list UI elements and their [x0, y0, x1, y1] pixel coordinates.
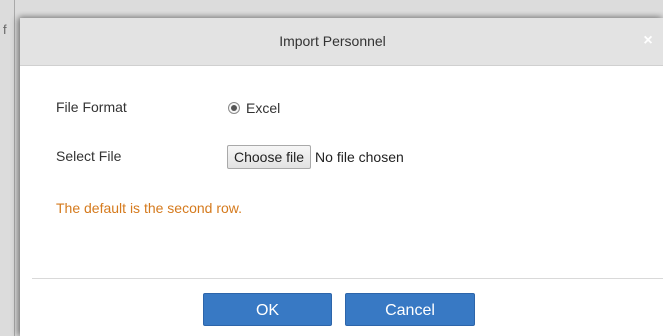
- close-icon[interactable]: ×: [636, 29, 660, 53]
- cancel-button[interactable]: Cancel: [345, 293, 475, 326]
- background-text-fragment: f: [3, 22, 7, 37]
- radio-selected-dot-icon: [231, 105, 237, 111]
- background-divider: [14, 0, 15, 336]
- import-personnel-dialog: Import Personnel × File Format Excel Sel…: [20, 18, 663, 336]
- dialog-title: Import Personnel: [279, 33, 386, 49]
- footer-divider: [32, 278, 663, 279]
- excel-radio-option[interactable]: Excel: [228, 99, 280, 117]
- dialog-titlebar: Import Personnel ×: [20, 18, 663, 66]
- ok-button[interactable]: OK: [203, 293, 332, 326]
- file-input[interactable]: Choose file No file chosen: [227, 145, 404, 169]
- excel-radio-label[interactable]: Excel: [246, 100, 280, 116]
- file-format-label: File Format: [56, 99, 127, 115]
- file-status-text: No file chosen: [315, 149, 404, 165]
- choose-file-button[interactable]: Choose file: [227, 145, 312, 169]
- default-row-hint: The default is the second row.: [56, 200, 242, 216]
- select-file-label: Select File: [56, 148, 122, 164]
- excel-radio-button[interactable]: [228, 102, 240, 114]
